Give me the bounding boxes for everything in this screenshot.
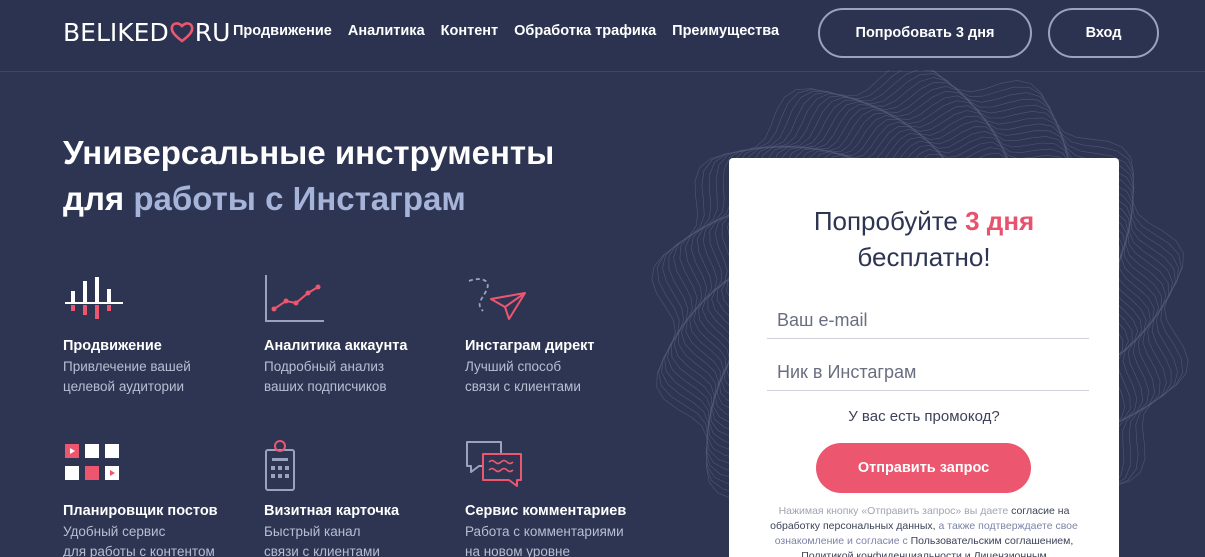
consent-text: Нажимая кнопку «Отправить запрос» вы дае… bbox=[761, 504, 1087, 557]
feature-title: Продвижение bbox=[63, 338, 162, 354]
try-3-days-button[interactable]: Попробовать 3 дня bbox=[818, 8, 1032, 58]
line-chart-icon bbox=[265, 275, 324, 322]
feature-analytics[interactable]: Аналитика аккаунта Подробный анализ ваши… bbox=[264, 275, 454, 397]
consent-part1: Нажимая кнопку «Отправить запрос» вы дае… bbox=[778, 505, 1009, 517]
feature-title: Визитная карточка bbox=[264, 503, 400, 519]
bars-chart-icon bbox=[65, 277, 123, 319]
business-card-icon bbox=[265, 440, 295, 491]
paper-plane-icon bbox=[468, 278, 526, 320]
feature-desc-line1: Работа с комментариями bbox=[465, 524, 624, 539]
feature-desc-line2: на новом уровне bbox=[465, 544, 570, 557]
card-title-line1: Попробуйте 3 дня bbox=[729, 203, 1119, 239]
trial-signup-card: Попробуйте 3 дня бесплатно! У вас есть п… bbox=[729, 158, 1119, 557]
hero-title-line2: для работы с Инстаграм bbox=[63, 176, 663, 222]
feature-direct[interactable]: Инстаграм директ Лучший способ связи с к… bbox=[465, 275, 655, 397]
feature-scheduler[interactable]: Планировщик постов Удобный сервис для ра… bbox=[63, 440, 253, 557]
login-button[interactable]: Вход bbox=[1048, 8, 1159, 58]
hero-title-line1: Универсальные инструменты bbox=[63, 134, 555, 171]
nav-item-analytics[interactable]: Аналитика bbox=[348, 23, 425, 39]
feature-comments[interactable]: Сервис комментариев Работа с комментария… bbox=[465, 440, 655, 557]
feature-title: Аналитика аккаунта bbox=[264, 338, 408, 354]
promo-code-link[interactable]: У вас есть промокод? bbox=[729, 408, 1119, 425]
feature-desc-line1: Быстрый канал bbox=[264, 524, 361, 539]
hero-title-accent: работы с Инстаграм bbox=[133, 180, 466, 217]
feature-desc-line1: Привлечение вашей bbox=[63, 359, 191, 374]
instagram-nick-field[interactable] bbox=[767, 355, 1089, 391]
feature-business-card[interactable]: Визитная карточка Быстрый канал связи с … bbox=[264, 440, 454, 557]
feature-desc-line2: связи с клиентами bbox=[264, 544, 380, 557]
feature-promotion[interactable]: Продвижение Привлечение вашей целевой ау… bbox=[63, 275, 253, 397]
email-field[interactable] bbox=[767, 303, 1089, 339]
feature-title: Инстаграм директ bbox=[465, 338, 595, 354]
card-title-highlight: 3 дня bbox=[965, 206, 1035, 236]
logo-text-left: BELIKED bbox=[63, 17, 169, 47]
nav-item-traffic[interactable]: Обработка трафика bbox=[514, 23, 656, 39]
hero-title-plain: для bbox=[63, 180, 125, 217]
feature-title: Сервис комментариев bbox=[465, 503, 627, 519]
top-header: BELIKED RU Продвижение Аналитика Контент… bbox=[0, 0, 1205, 72]
feature-desc-line2: для работы с контентом bbox=[63, 544, 215, 557]
nav-item-promotion[interactable]: Продвижение bbox=[233, 23, 332, 39]
feature-desc-line1: Удобный сервис bbox=[63, 524, 166, 539]
feature-title: Планировщик постов bbox=[63, 503, 218, 519]
main-nav: Продвижение Аналитика Контент Обработка … bbox=[233, 23, 779, 39]
hero-title: Универсальные инструменты для работы с И… bbox=[63, 130, 663, 222]
logo-text-right: RU bbox=[194, 17, 231, 47]
card-title-pre: Попробуйте bbox=[813, 206, 958, 236]
calendar-grid-icon bbox=[65, 444, 119, 480]
nav-item-advantages[interactable]: Преимущества bbox=[672, 23, 779, 39]
card-title-line2: бесплатно! bbox=[857, 242, 991, 272]
submit-request-button[interactable]: Отправить запрос bbox=[816, 443, 1031, 493]
feature-desc-line2: целевой аудитории bbox=[63, 379, 185, 394]
feature-desc-line1: Лучший способ bbox=[465, 359, 562, 374]
heart-icon bbox=[170, 22, 194, 43]
logo[interactable]: BELIKED RU bbox=[63, 17, 231, 47]
feature-desc-line2: связи с клиентами bbox=[465, 379, 581, 394]
chat-bubbles-icon bbox=[466, 441, 522, 487]
nav-item-content[interactable]: Контент bbox=[441, 23, 499, 39]
feature-desc-line1: Подробный анализ bbox=[264, 359, 385, 374]
feature-desc-line2: ваших подписчиков bbox=[264, 379, 387, 394]
card-title: Попробуйте 3 дня бесплатно! bbox=[729, 203, 1119, 275]
